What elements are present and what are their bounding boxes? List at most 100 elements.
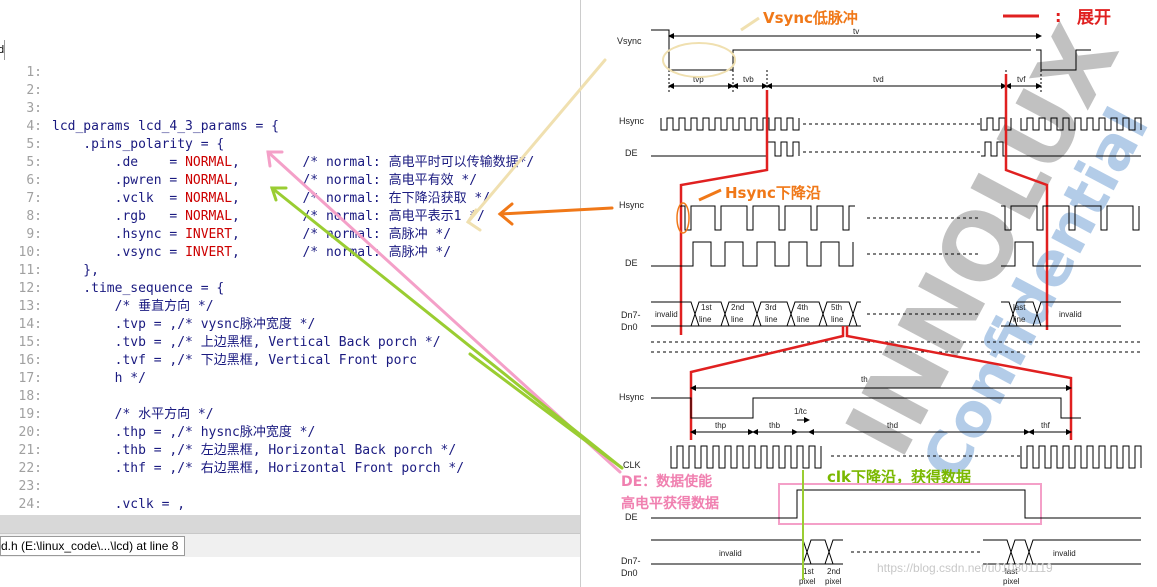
code-line[interactable]: .tvp = ,/* vysnc脉冲宽度 */ bbox=[52, 316, 316, 334]
code-text: , /* normal: 高电平表示1 */ bbox=[232, 209, 485, 224]
cell-1st-pixel-b: pixel bbox=[799, 577, 816, 586]
line-number: 9: bbox=[26, 227, 42, 242]
line-number: 18: bbox=[18, 389, 42, 404]
timing-diagram-svg: INNOLUX Confidential Vsync Hsync DE Hsyn… bbox=[617, 7, 1157, 586]
code-line[interactable]: }, bbox=[52, 262, 99, 280]
hsync-label-2: Hsync bbox=[619, 200, 645, 210]
de-label-1: DE bbox=[625, 148, 638, 158]
code-text: }, bbox=[52, 263, 99, 278]
line-number: 11: bbox=[18, 263, 42, 278]
editor-top-area bbox=[0, 0, 580, 60]
code-text: .pwren = bbox=[52, 173, 186, 188]
line-number: 2: bbox=[26, 83, 42, 98]
editor-bottom-area bbox=[0, 557, 580, 587]
thd-label: thd bbox=[887, 421, 898, 430]
de-3-waveform bbox=[651, 489, 1141, 519]
line-number: 4: bbox=[26, 119, 42, 134]
code-text: .tvf = ,/* 下边黑框, Vertical Front porc bbox=[52, 353, 418, 368]
code-text: lcd_params lcd_4_3_params = { bbox=[52, 119, 279, 134]
tv-label: tv bbox=[853, 27, 859, 36]
tvb-label: tvb bbox=[743, 75, 754, 84]
dn-label-2a: Dn7- bbox=[621, 556, 641, 566]
code-line[interactable]: .rgb = NORMAL, /* normal: 高电平表示1 */ bbox=[52, 208, 485, 226]
code-text: , /* normal: 高脉冲 */ bbox=[232, 227, 452, 242]
code-text: h */ bbox=[52, 371, 146, 386]
code-text: , /* normal: 高脉冲 */ bbox=[232, 245, 452, 260]
code-text: .thf = ,/* 右边黑框, Horizontal Front porch … bbox=[52, 461, 465, 476]
hsync-fall-pointer bbox=[698, 188, 722, 202]
hsync-label-3: Hsync bbox=[619, 392, 645, 402]
code-keyword: NORMAL bbox=[185, 155, 233, 170]
code-line[interactable]: .time_sequence = { bbox=[52, 280, 224, 298]
line-number: 15: bbox=[18, 335, 42, 350]
file-tab[interactable]: d.h (E:\linux_code\...\lcd) at line 8 bbox=[0, 536, 186, 556]
cell-invalid-1: invalid bbox=[655, 310, 678, 319]
code-text: /* 垂直方向 */ bbox=[52, 299, 214, 314]
code-line[interactable]: .vclk = NORMAL, /* normal: 在下降沿获取 */ bbox=[52, 190, 490, 208]
code-line[interactable]: .de = NORMAL, /* normal: 高电平时可以传输数据*/ bbox=[52, 154, 535, 172]
horizontal-scrollbar[interactable] bbox=[0, 515, 580, 533]
hsync-fall-annotation: Hsync下降沿 bbox=[725, 184, 821, 202]
dn-label-1a: Dn7- bbox=[621, 310, 641, 320]
line-number: 3: bbox=[26, 101, 42, 116]
hsync-1-waveform bbox=[660, 117, 1142, 131]
code-text: /* 水平方向 */ bbox=[52, 407, 214, 422]
vsync-annotation-pointer bbox=[740, 16, 760, 32]
de-label-3: DE bbox=[625, 512, 638, 522]
code-line[interactable]: .hsync = INVERT, /* normal: 高脉冲 */ bbox=[52, 226, 451, 244]
code-text: , /* normal: 在下降沿获取 */ bbox=[232, 191, 491, 206]
code-text: .tvp = ,/* vysnc脉冲宽度 */ bbox=[52, 317, 316, 332]
dn-label-2b: Dn0 bbox=[621, 568, 638, 578]
tvf-label: tvf bbox=[1017, 75, 1026, 84]
cell-1st-line: 1st bbox=[701, 303, 712, 312]
line-number: 7: bbox=[26, 191, 42, 206]
cell-2nd-pixel: 2nd bbox=[827, 567, 840, 576]
code-text: .thp = ,/* hysnc脉冲宽度 */ bbox=[52, 425, 316, 440]
code-line[interactable]: /* 水平方向 */ bbox=[52, 406, 214, 424]
cell-1st-line-b: line bbox=[699, 315, 712, 324]
cell-last-line-b: line bbox=[1013, 315, 1026, 324]
thp-label: thp bbox=[715, 421, 727, 430]
code-text: .vclk = bbox=[52, 191, 186, 206]
cell-5th-line: 5th bbox=[831, 303, 842, 312]
code-line[interactable]: h */ bbox=[52, 370, 146, 388]
code-line[interactable]: .thp = ,/* hysnc脉冲宽度 */ bbox=[52, 424, 316, 442]
tvd-label: tvd bbox=[873, 75, 884, 84]
code-line[interactable]: .tvb = ,/* 上边黑框, Vertical Back porch */ bbox=[52, 334, 441, 352]
de-enable-annotation: DE：数据使能 bbox=[621, 473, 712, 490]
code-line[interactable]: lcd_params lcd_4_3_params = { bbox=[52, 118, 279, 136]
code-keyword: INVERT bbox=[185, 245, 233, 260]
code-line[interactable]: .tvf = ,/* 下边黑框, Vertical Front porc bbox=[52, 352, 417, 370]
cell-last-line: last bbox=[1013, 303, 1026, 312]
status-bar: d.h (E:\linux_code\...\lcd) at line 8 bbox=[0, 533, 580, 558]
cell-4th-line-b: line bbox=[797, 315, 810, 324]
hsync-fall-highlight bbox=[676, 202, 690, 234]
code-line[interactable]: .vsync = INVERT, /* normal: 高脉冲 */ bbox=[52, 244, 451, 262]
vsync-low-highlight bbox=[662, 42, 736, 78]
code-keyword: NORMAL bbox=[185, 191, 233, 206]
cell-2nd-line: 2nd bbox=[731, 303, 744, 312]
code-line[interactable]: .thf = ,/* 右边黑框, Horizontal Front porch … bbox=[52, 460, 464, 478]
code-line[interactable]: .pins_polarity = { bbox=[52, 136, 224, 154]
line-number: 23: bbox=[18, 479, 42, 494]
code-text: .rgb = bbox=[52, 209, 186, 224]
code-text: .thb = ,/* 左边黑框, Horizontal Back porch *… bbox=[52, 443, 457, 458]
editor-edge-label: d bbox=[0, 44, 5, 56]
code-text: , /* normal: 高电平时可以传输数据*/ bbox=[232, 155, 535, 170]
code-line[interactable]: .thb = ,/* 左边黑框, Horizontal Back porch *… bbox=[52, 442, 457, 460]
footer-watermark: https://blog.csdn.net/u010801119 bbox=[877, 561, 1053, 575]
line-number: 1: bbox=[26, 65, 42, 80]
code-text: .hsync = bbox=[52, 227, 186, 242]
code-text: .tvb = ,/* 上边黑框, Vertical Back porch */ bbox=[52, 335, 441, 350]
code-line[interactable]: /* 垂直方向 */ bbox=[52, 298, 214, 316]
thf-label: thf bbox=[1041, 421, 1051, 430]
line-number: 16: bbox=[18, 353, 42, 368]
dn-label-1b: Dn0 bbox=[621, 322, 638, 332]
code-text: .de = bbox=[52, 155, 186, 170]
code-line[interactable]: .vclk = , bbox=[52, 496, 185, 514]
code-line[interactable]: .pwren = NORMAL, /* normal: 高电平有效 */ bbox=[52, 172, 477, 190]
line-number: 21: bbox=[18, 443, 42, 458]
line-number: 10: bbox=[18, 245, 42, 260]
line-number: 13: bbox=[18, 299, 42, 314]
cell-invalid-2: invalid bbox=[1059, 310, 1082, 319]
